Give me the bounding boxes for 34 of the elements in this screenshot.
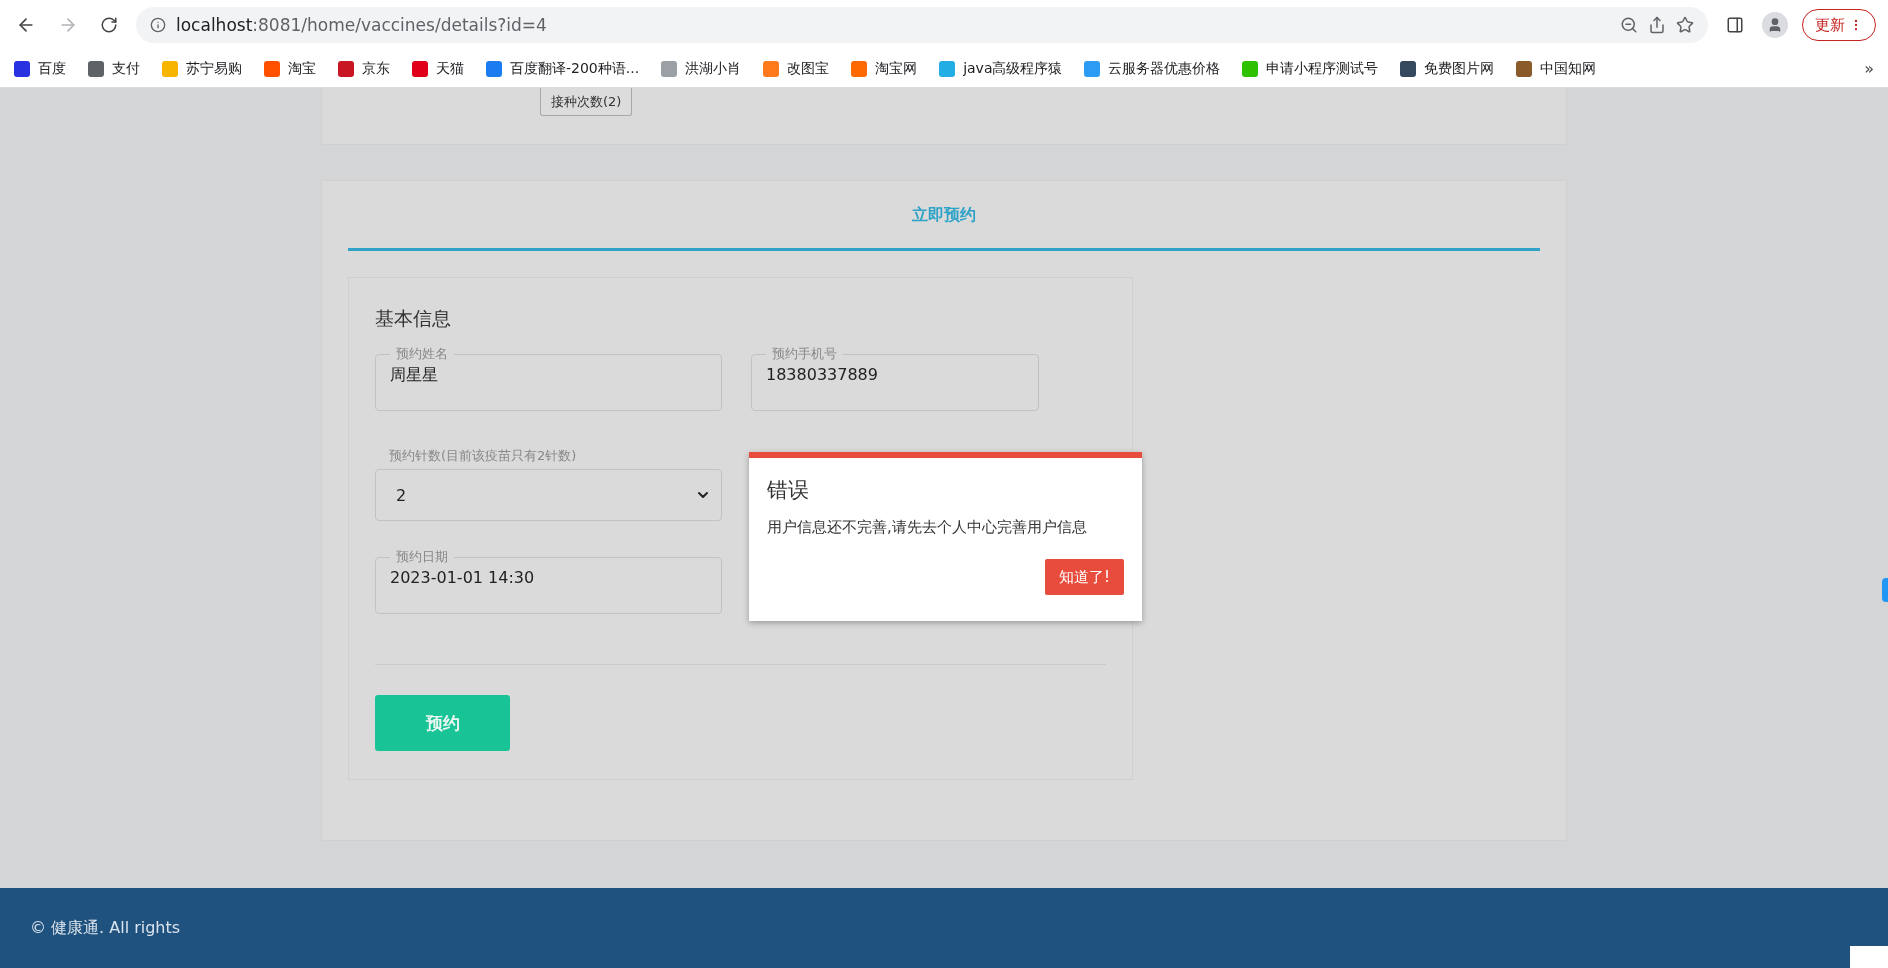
bookmark-link[interactable]: 支付 [88, 59, 140, 78]
share-icon[interactable] [1648, 16, 1666, 34]
update-button[interactable]: 更新 [1802, 9, 1876, 41]
section-title: 基本信息 [375, 306, 452, 331]
dialog-title: 错误 [767, 477, 810, 504]
more-bookmarks-button[interactable]: » [1864, 59, 1874, 78]
bookmark-link[interactable]: 洪湖小肖 [661, 59, 742, 78]
zoom-out-icon[interactable] [1620, 16, 1638, 34]
bookmark-link[interactable]: 百度 [14, 59, 66, 78]
profile-avatar[interactable] [1762, 12, 1788, 38]
input-field[interactable]: 预约手机号 18380337889 [751, 345, 1039, 411]
bookmark-link[interactable]: 京东 [338, 59, 390, 78]
dialog-message: 用户信息还不完善,请先去个人中心完善用户信息 [767, 518, 1088, 537]
bookmark-link[interactable]: 苏宁易购 [162, 59, 242, 78]
bookmark-link[interactable]: 申请小程序测试号 [1242, 59, 1379, 78]
input-field[interactable]: 预约日期 2023-01-01 14:30 [375, 548, 722, 614]
bookmark-link[interactable]: 天猫 [412, 59, 464, 78]
star-icon[interactable] [1676, 16, 1694, 34]
dose-count-button[interactable]: 接种次数(2) [540, 88, 633, 116]
bookmark-link[interactable]: 淘宝网 [851, 59, 918, 78]
copyright-text: © 健康通. All rights [30, 917, 181, 939]
select-field[interactable]: 2 [375, 469, 722, 521]
info-icon [150, 17, 166, 33]
bookmark-link[interactable]: 淘宝 [264, 59, 316, 78]
bookmark-link[interactable]: 中国知网 [1516, 59, 1597, 78]
bookmark-link[interactable]: 云服务器优惠价格 [1084, 59, 1221, 78]
address-bar[interactable]: localhost:8081/home/vaccines/details?id=4 [136, 7, 1708, 43]
bookmark-link[interactable]: 免费图片网 [1400, 59, 1495, 78]
input-field[interactable]: 预约姓名 周星星 [375, 345, 722, 411]
bookmark-link[interactable]: 百度翻译-200种语... [486, 59, 640, 78]
field-label: 预约针数(目前该疫苗只有2针数) [388, 447, 578, 465]
bookmark-link[interactable]: 改图宝 [763, 59, 830, 78]
bookmark-link[interactable]: java高级程序猿 [939, 59, 1063, 78]
ok-button[interactable]: 知道了! [1045, 559, 1124, 595]
